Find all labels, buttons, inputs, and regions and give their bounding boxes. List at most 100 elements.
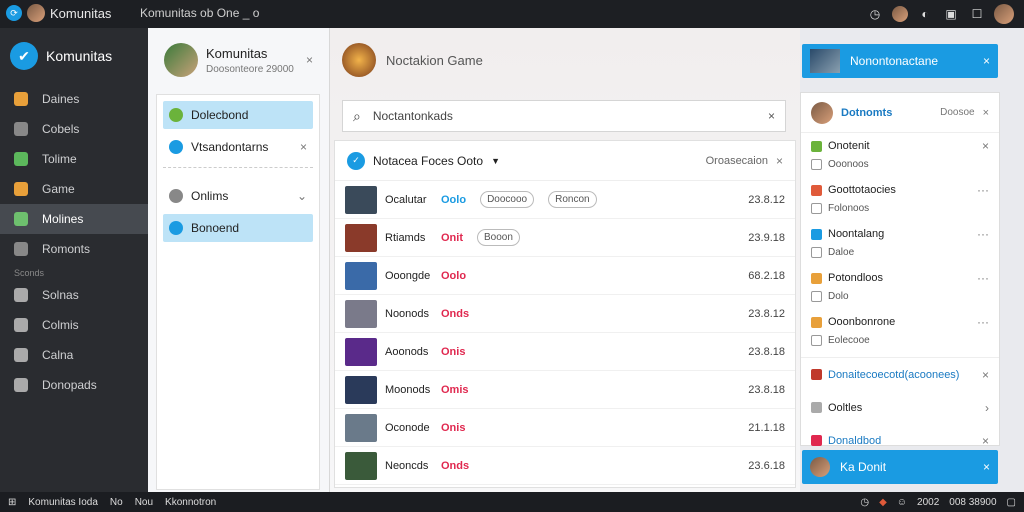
table-row[interactable]: Rtiamds Onit Booon 23.9.18 <box>335 219 795 257</box>
main-header: Noctakion Game <box>330 28 800 92</box>
content-list: ✓ Notacea Foces Ooto ▼ Oroasecaion × Oca… <box>334 140 796 488</box>
close-toast-icon[interactable]: × <box>983 54 990 68</box>
group-list-item[interactable]: Onlims ⌄ <box>163 182 313 210</box>
sidebar-item-daines[interactable]: Daines <box>0 84 148 114</box>
notification-item[interactable]: Onotenit × Ooonoos <box>801 133 999 177</box>
clock-tray-icon[interactable]: ◷ <box>860 497 869 508</box>
chat-icon[interactable]: ▣ <box>942 5 960 23</box>
notification-action[interactable]: ··· <box>977 227 989 241</box>
table-row[interactable]: Ocalutar Oolo Doocooo Roncon 23.8.12 <box>335 181 795 219</box>
close-toast-bottom-icon[interactable]: × <box>983 460 990 474</box>
group-list: Dolecbond Vtsandontarns × Onlims ⌄ Bonoend <box>156 94 320 490</box>
sidebar-item-game[interactable]: Game <box>0 174 148 204</box>
notification-line: Noontalang ··· <box>811 225 989 243</box>
close-icon[interactable]: × <box>306 53 313 67</box>
sidebar-item-romonts[interactable]: Romonts <box>0 234 148 264</box>
app-icon <box>811 228 822 240</box>
sidebar-item-solnas[interactable]: Solnas <box>0 280 148 310</box>
status-mid2: Nou <box>134 496 154 508</box>
sidebar-item-colmis[interactable]: Colmis <box>0 310 148 340</box>
doc-icon <box>14 378 28 392</box>
table-row[interactable]: Ooongde Oolo 68.2.18 <box>335 257 795 295</box>
footer-item[interactable]: Donaitecoecotd(acoonees) × <box>801 358 999 391</box>
notification-line: Onotenit × <box>811 137 989 155</box>
group-list-item[interactable]: Dolecbond <box>163 101 313 129</box>
footer-icon <box>811 369 822 380</box>
row-tag: Oolo <box>441 193 467 206</box>
sidebar-item-label: Tolime <box>42 152 77 166</box>
search-field[interactable]: ⌕ Noctantonkads × <box>342 100 786 132</box>
chat-icon <box>14 242 28 256</box>
notification-line: Goottotaocies ··· <box>811 181 989 199</box>
table-row[interactable]: Neoncds Onds 23.6.18 <box>335 447 795 485</box>
close-card-icon[interactable]: × <box>983 107 989 119</box>
sidebar-brand[interactable]: ✔ Komunitas <box>0 28 148 84</box>
chevron-down-icon[interactable]: ⌄ <box>297 189 307 203</box>
sidebar-item-molines[interactable]: Molines <box>0 204 148 234</box>
chevron-down-icon[interactable]: ▼ <box>491 156 500 166</box>
group-list-item[interactable]: Bonoend <box>163 214 313 242</box>
brand-logo-icon: ✔ <box>10 42 38 70</box>
notification-line: Potondloos ··· <box>811 269 989 287</box>
friend-avatar[interactable] <box>892 6 908 22</box>
footer-item[interactable]: Ooltles › <box>801 391 999 424</box>
list-action[interactable]: Oroasecaion <box>706 155 768 167</box>
notification-action[interactable]: × <box>982 139 989 153</box>
notification-action[interactable]: ··· <box>977 315 989 329</box>
row-name: Ocalutar <box>385 193 427 206</box>
card-title: Dotnomts <box>841 106 893 119</box>
table-row[interactable]: Noonods Onds 23.8.12 <box>335 295 795 333</box>
list-rows: Ocalutar Oolo Doocooo Roncon 23.8.12 Rtiamds O… <box>335 181 795 485</box>
notification-action[interactable]: ··· <box>977 271 989 285</box>
list-title[interactable]: Notacea Foces Ooto <box>373 154 483 168</box>
table-row[interactable]: Oconode Onis 21.1.18 <box>335 409 795 447</box>
sidebar-item-donopads[interactable]: Donopads <box>0 370 148 400</box>
table-row[interactable]: Aoonods Onis 23.8.18 <box>335 333 795 371</box>
footer-icon <box>811 435 822 446</box>
group-list-item[interactable]: Vtsandontarns × <box>163 133 313 161</box>
group-avatar[interactable] <box>164 43 198 77</box>
row-pill[interactable]: Doocooo <box>480 191 535 208</box>
clear-search-icon[interactable]: × <box>768 109 775 123</box>
toast-bottom-text: Ka Donit <box>840 460 887 474</box>
notification-icon[interactable]: ▢ <box>1007 497 1016 508</box>
notification-toast-bottom[interactable]: Ka Donit × <box>802 450 998 484</box>
row-pill[interactable]: Booon <box>477 229 520 246</box>
sidebar-item-label: Calna <box>42 348 74 362</box>
row-tag: Oolo <box>441 269 467 282</box>
close-list-icon[interactable]: × <box>776 154 783 168</box>
notification-line: Ooonbonrone ··· <box>811 313 989 331</box>
sub-icon <box>811 246 822 258</box>
footer-action[interactable]: › <box>985 401 989 415</box>
profile-avatar[interactable] <box>994 4 1014 24</box>
game-avatar[interactable] <box>342 43 376 77</box>
sidebar-item-calna[interactable]: Calna <box>0 340 148 370</box>
status-dot-icon <box>169 221 183 235</box>
footer-label: Donaldbod <box>828 434 882 447</box>
user-tray-icon[interactable]: ☺ <box>897 497 907 508</box>
theme-icon[interactable]: ◐ <box>916 5 934 23</box>
notification-toast-top[interactable]: Nonontonactane × <box>802 44 998 78</box>
row-time: 23.8.18 <box>748 345 785 358</box>
home-icon <box>14 348 28 362</box>
windows-icon[interactable]: ⊞ <box>8 497 16 508</box>
notification-item[interactable]: Goottotaocies ··· Folonoos <box>801 177 999 221</box>
footer-action[interactable]: × <box>982 368 989 382</box>
row-name: Rtiamds <box>385 231 426 244</box>
mail-icon[interactable]: ☐ <box>968 5 986 23</box>
divider <box>163 167 313 168</box>
notification-item[interactable]: Noontalang ··· Daloe <box>801 221 999 265</box>
footer-action[interactable]: × <box>982 434 989 448</box>
notification-item[interactable]: Ooonbonrone ··· Eolecooe <box>801 309 999 353</box>
notification-action[interactable]: ··· <box>977 183 989 197</box>
clock-icon[interactable]: ◷ <box>866 5 884 23</box>
sidebar-item-tolime[interactable]: Tolime <box>0 144 148 174</box>
table-row[interactable]: Moonods Omis 23.8.18 <box>335 371 795 409</box>
search-input[interactable]: Noctantonkads <box>373 109 453 123</box>
row-pill[interactable]: Roncon <box>548 191 597 208</box>
close-icon[interactable]: × <box>300 140 307 154</box>
user-avatar[interactable] <box>27 4 45 22</box>
sidebar-item-cobels[interactable]: Cobels <box>0 114 148 144</box>
notification-item[interactable]: Potondloos ··· Dolo <box>801 265 999 309</box>
shield-icon[interactable]: ◆ <box>879 497 887 508</box>
